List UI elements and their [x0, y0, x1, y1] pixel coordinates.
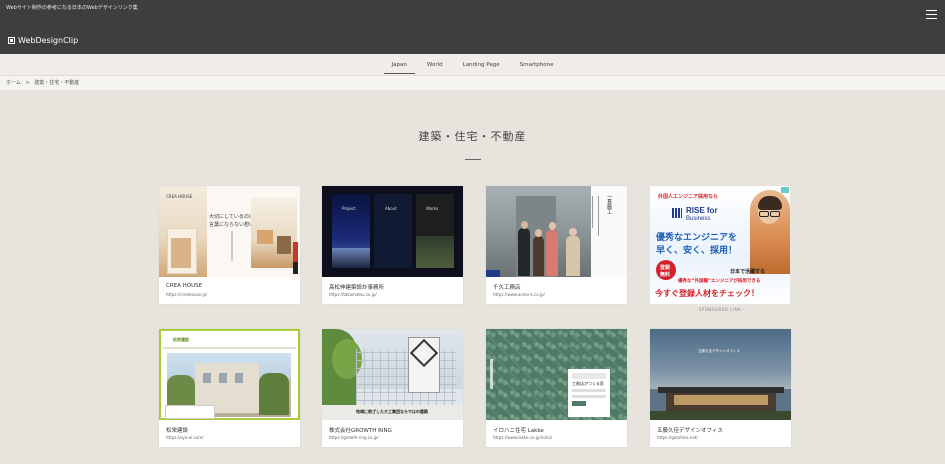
tab-world[interactable]: World: [425, 56, 445, 74]
site-logo[interactable]: WebDesignClip: [8, 36, 78, 45]
site-header: Webサイト制作の参考になる日本のWebデザインリンク集 WebDesignCl…: [0, 0, 945, 54]
breadcrumb: ホーム > 建築・住宅・不動産: [0, 76, 945, 90]
logo-icon: [8, 37, 15, 44]
tab-landing-page[interactable]: Landing Page: [461, 56, 502, 74]
tab-japan[interactable]: Japan: [383, 56, 416, 74]
site-name: 松栄建設: [166, 428, 189, 434]
site-url: https://www.asmo-k.co.jp/: [493, 292, 545, 297]
ad-top-text: 外国人エンジニア採用なら: [658, 194, 719, 200]
ad-headline: 優秀なエンジニアを: [656, 233, 738, 243]
site-thumbnail: 工務店がつくる家: [486, 329, 627, 420]
site-url: https://syo-ei.com/: [166, 435, 204, 440]
site-thumbnail: CREA HOUSE 大切にしているのは 言葉にならない想い。: [159, 186, 300, 277]
site-name: イロハニ住宅 Lakke: [493, 428, 544, 434]
site-card-chikyu-komuten[interactable]: 一貫施工 千久工務店 https://www.asmo-k.co.jp/: [486, 186, 627, 304]
breadcrumb-home-link[interactable]: ホーム: [6, 80, 21, 86]
logo-text: WebDesignClip: [18, 36, 79, 45]
tab-smartphone[interactable]: Smartphone: [518, 56, 556, 74]
site-tagline: Webサイト制作の参考になる日本のWebデザインリンク集: [6, 5, 138, 11]
category-tabs: Japan World Landing Page Smartphone: [0, 54, 945, 76]
site-card-crea-house[interactable]: CREA HOUSE 大切にしているのは 言葉にならない想い。 CREA HOU…: [159, 186, 300, 304]
site-card-lakke[interactable]: 工務店がつくる家 イロハニ住宅 Lakke https://www.lakke.…: [486, 329, 627, 447]
site-name: 株式会社GROWTH RING: [329, 428, 392, 434]
ad-cta: 今すぐ登録人材をチェック！: [655, 289, 759, 298]
site-name: CREA HOUSE: [166, 283, 203, 289]
site-thumbnail: Project About Works: [322, 186, 463, 277]
site-thumbnail: 地域に根ざした大工集団ならではの建築: [322, 329, 463, 420]
site-url: https://takamatsu.co.jp/: [329, 292, 377, 297]
breadcrumb-separator: >: [25, 80, 30, 86]
site-thumbnail: 一貫施工: [486, 186, 627, 277]
hamburger-menu-icon[interactable]: [926, 10, 937, 19]
sponsored-link-label: - SPONSORED LINK -: [695, 307, 745, 312]
site-card-growth-ring[interactable]: 地域に根ざした大工集団ならではの建築 株式会社GROWTH RING https…: [322, 329, 463, 447]
site-thumbnail: 松栄建設: [159, 329, 300, 420]
ad-brand: RISE for: [686, 206, 718, 215]
site-card-gotohisa[interactable]: 五藤久佳デザインオフィス 五藤久佳デザインオフィス https://gotohi…: [650, 329, 791, 447]
site-name: 五藤久佳デザインオフィス: [657, 428, 723, 434]
site-url: https://growth-ring.co.jp/: [329, 435, 379, 440]
breadcrumb-current: 建築・住宅・不動産: [34, 80, 80, 86]
site-url: https://www.lakke.co.jp/iroha/: [493, 435, 553, 440]
site-url: https://gotohisa.net/: [657, 435, 698, 440]
site-thumbnail: 五藤久佳デザインオフィス: [650, 329, 791, 420]
site-name: 髙松伸建築設計事務所: [329, 285, 385, 291]
site-card-shoei-kensetsu[interactable]: 松栄建設 松栄建設 https://syo-ei.com/: [159, 329, 300, 447]
site-name: 千久工務店: [493, 285, 521, 291]
site-url: https://creahouse.jp/: [166, 292, 208, 297]
title-divider: [465, 159, 481, 160]
site-card-takamatsu[interactable]: Project About Works 髙松伸建築設計事務所 https://t…: [322, 186, 463, 304]
sponsored-ad-banner[interactable]: 外国人エンジニア採用なら RISE for Business 優秀なエンジニアを…: [650, 186, 790, 304]
page-title: 建築・住宅・不動産: [418, 130, 527, 143]
